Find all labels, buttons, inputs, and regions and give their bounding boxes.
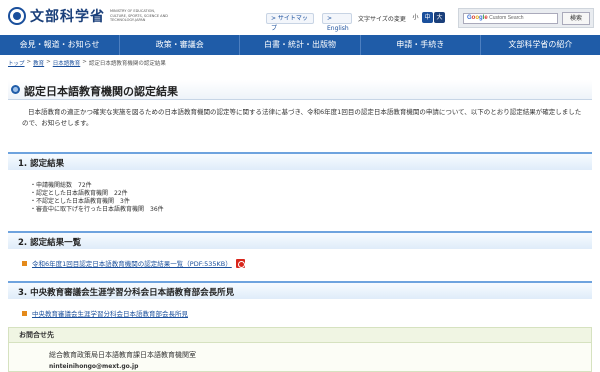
logo-text: 文部科学省: [30, 9, 105, 25]
section-heading-text: 1. 認定結果: [18, 159, 65, 169]
sitemap-button[interactable]: > サイトマップ: [266, 13, 314, 32]
english-button[interactable]: > English: [322, 13, 352, 32]
page-title: 認定日本語教育機関の認定結果: [24, 85, 178, 98]
contact-box: お問合せ先 総合教育政策局日本語教育課日本語教育機関室 ninteinihong…: [8, 327, 592, 372]
breadcrumb-current: 認定日本語教育機関の認定結果: [88, 61, 166, 67]
nav-item-press[interactable]: 会見・報道・お知らせ: [0, 35, 121, 55]
contact-email[interactable]: ninteinihongo@mext.go.jp: [49, 363, 138, 370]
breadcrumb: トップ > 教育 > 日本語教育 > 認定日本語教育機関の認定結果: [8, 59, 166, 67]
list-item: ・申請機関総数 72件: [30, 182, 92, 189]
search-placeholder: Custom Search: [489, 15, 524, 21]
font-size-medium-button[interactable]: 中: [422, 12, 433, 23]
logo-mark-icon: [8, 7, 26, 25]
bullet-square-icon: [22, 260, 27, 266]
results-list-link-row: 令和6年度1回目認定日本語教育機関の認定結果一覧（PDF:535KB）: [22, 258, 245, 268]
nav-item-applications[interactable]: 申請・手続き: [361, 35, 481, 55]
font-size-label: 文字サイズの変更: [358, 16, 406, 23]
title-bullet-icon: [11, 85, 20, 94]
section-heading-opinion: 3. 中央教育審議会生涯学習分科会日本語教育部会長所見: [8, 281, 592, 299]
nav-item-publications[interactable]: 白書・統計・出版物: [240, 35, 361, 55]
contact-heading: お問合せ先: [9, 328, 591, 343]
intro-text: 日本語教育の適正かつ確実な実施を図るための日本語教育機関の認定等に関する法律に基…: [22, 108, 582, 127]
results-list-pdf-link[interactable]: 令和6年度1回目認定日本語教育機関の認定結果一覧（PDF:535KB）: [32, 258, 232, 268]
bullet-square-icon: [22, 310, 27, 316]
search-input[interactable]: Google Custom Search: [463, 13, 558, 24]
page-title-bar: 認定日本語教育機関の認定結果: [8, 80, 592, 100]
section-heading-results: 1. 認定結果: [8, 152, 592, 170]
logo-english-text: MINISTRY OF EDUCATION, CULTURE, SPORTS, …: [110, 9, 168, 23]
breadcrumb-top[interactable]: トップ: [8, 59, 25, 67]
site-header: 文部科学省 MINISTRY OF EDUCATION, CULTURE, SP…: [0, 0, 600, 34]
opinion-link[interactable]: 中央教育審議会生涯学習分科会日本語教育部会長所見: [32, 308, 188, 318]
pdf-icon: [235, 258, 245, 268]
search-button[interactable]: 検索: [562, 12, 590, 25]
nav-item-about[interactable]: 文部科学省の紹介: [481, 35, 600, 55]
global-nav: 会見・報道・お知らせ 政策・審議会 白書・統計・出版物 申請・手続き 文部科学省…: [0, 35, 600, 55]
list-item: ・認定とした日本語教育機関 22件: [30, 190, 128, 197]
list-item: ・審査中に取下げを行った日本語教育機関 36件: [30, 206, 164, 213]
google-logo-icon: Google: [467, 15, 488, 21]
section-heading-text: 2. 認定結果一覧: [18, 238, 82, 248]
font-size-small-button[interactable]: 小: [410, 12, 421, 23]
search-box: Google Custom Search 検索: [458, 8, 594, 28]
list-item: ・不認定とした日本語教育機関 3件: [30, 198, 130, 205]
results-list: ・申請機関総数 72件 ・認定とした日本語教育機関 22件 ・不認定とした日本語…: [30, 182, 164, 214]
section-heading-list: 2. 認定結果一覧: [8, 231, 592, 249]
nav-item-policy[interactable]: 政策・審議会: [120, 35, 241, 55]
breadcrumb-japanese-education[interactable]: 日本語教育: [53, 59, 81, 67]
font-size-large-button[interactable]: 大: [434, 12, 445, 23]
breadcrumb-education[interactable]: 教育: [33, 59, 44, 67]
opinion-link-row: 中央教育審議会生涯学習分科会日本語教育部会長所見: [22, 308, 188, 318]
mext-logo[interactable]: 文部科学省 MINISTRY OF EDUCATION, CULTURE, SP…: [8, 6, 168, 26]
section-heading-text: 3. 中央教育審議会生涯学習分科会日本語教育部会長所見: [18, 288, 235, 298]
contact-organization: 総合教育政策局日本語教育課日本語教育機関室: [49, 351, 196, 359]
